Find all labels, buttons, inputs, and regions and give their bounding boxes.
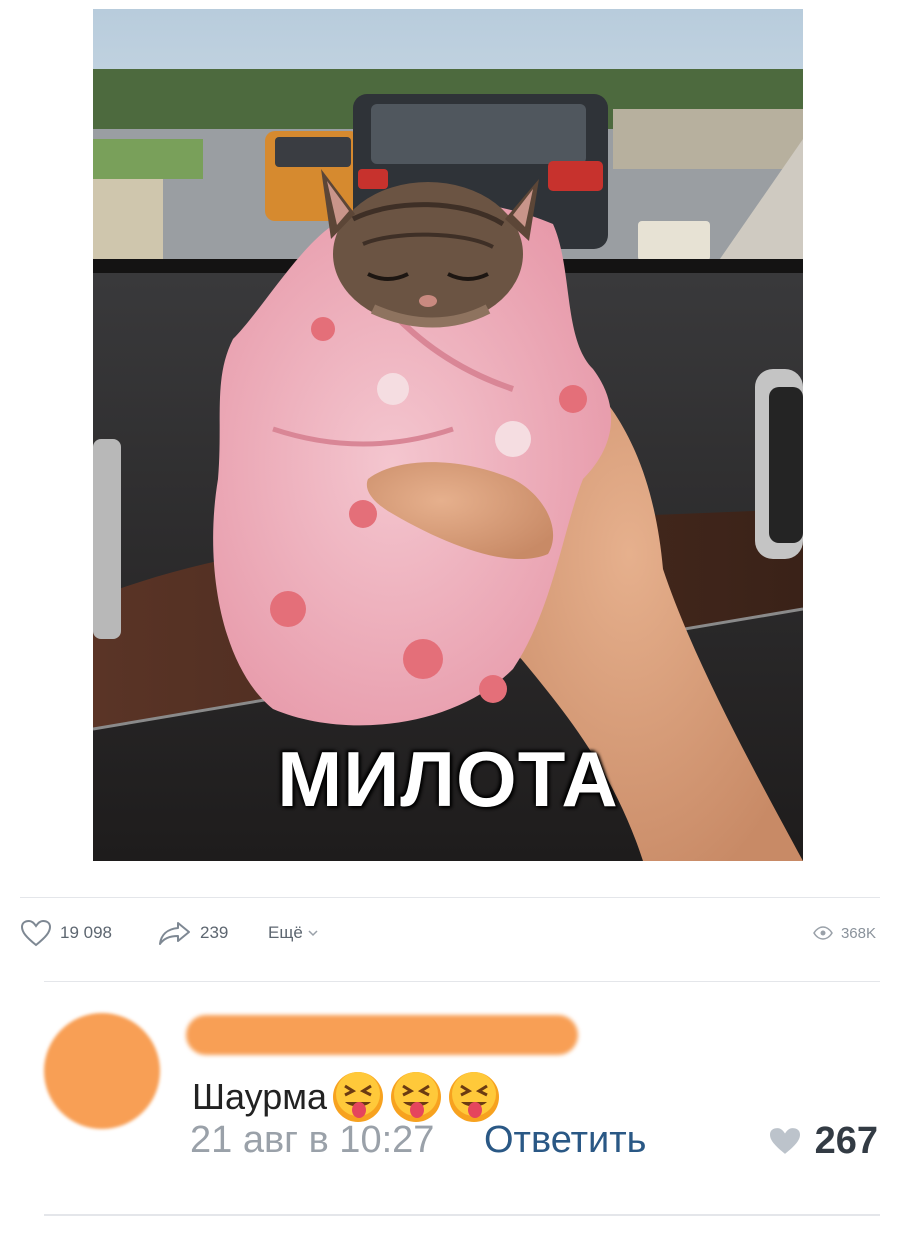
post-image[interactable]: МИЛОТА [93,9,803,861]
avatar[interactable] [44,1013,160,1129]
more-label: Ещё [268,923,303,942]
heart-icon [769,1128,800,1154]
chevron-down-icon [308,930,318,937]
comment-text: Шаурма [192,1071,501,1123]
reply-button[interactable]: Ответить [484,1119,646,1162]
views-counter: 368K [813,915,876,951]
tongue-squint-emoji [389,1070,443,1124]
comment: Шаурма 21 авг в 10:27 Ответить 267 [0,985,906,1215]
tongue-squint-emoji [331,1070,385,1124]
share-button[interactable]: 239 [158,915,228,951]
comment-like-button[interactable]: 267 [767,1119,878,1163]
comment-body: Шаурма [192,1076,327,1117]
more-button[interactable]: Ещё [268,915,319,951]
like-button[interactable]: 19 098 [20,915,112,951]
tongue-squint-emoji [447,1070,501,1124]
divider [20,897,880,898]
share-arrow-icon [159,922,190,945]
repost-count: 239 [200,923,229,942]
divider [44,981,880,982]
views-count: 368K [840,924,876,942]
comment-date[interactable]: 21 авг в 10:27 [190,1119,434,1162]
eye-icon [813,926,833,940]
author-name-redacted[interactable] [186,1015,578,1055]
like-count: 19 098 [60,923,112,942]
heart-icon [20,919,52,947]
comment-like-count: 267 [814,1119,878,1162]
meme-caption: МИЛОТА [277,735,619,823]
post-actions: 19 098 239 Ещё 368K [20,915,880,951]
divider [44,1214,880,1216]
